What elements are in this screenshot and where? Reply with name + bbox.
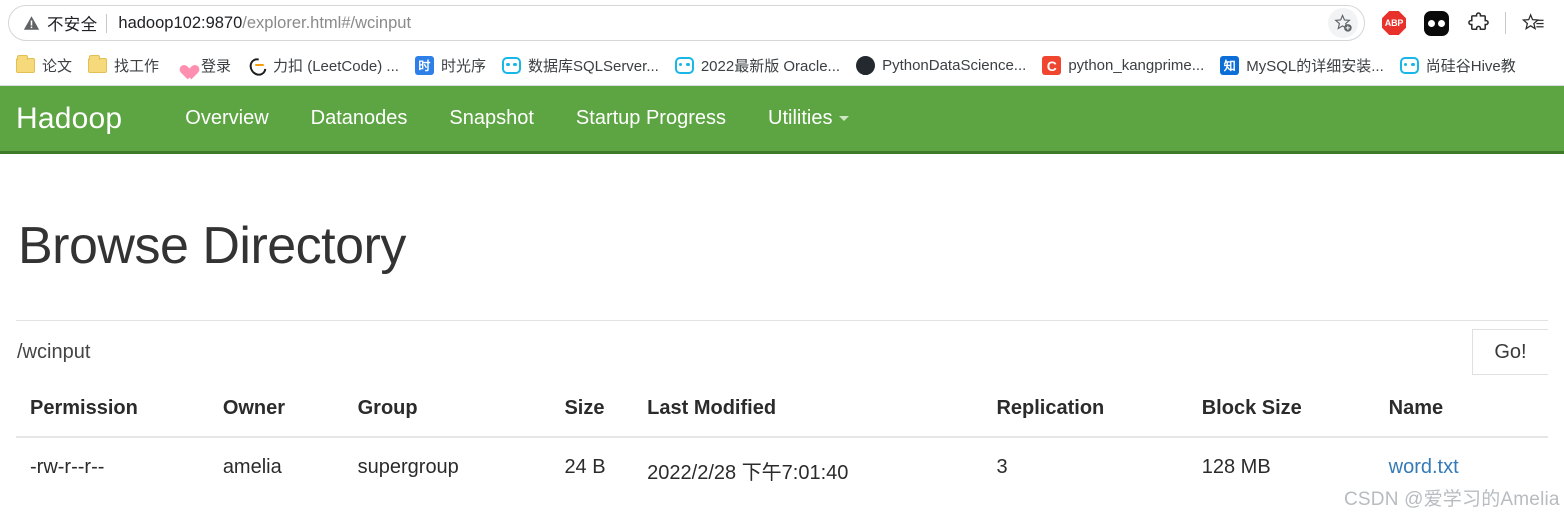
bookmark-item[interactable]: 找工作 [80, 51, 167, 80]
browser-chrome: 不安全 hadoop102:9870/explorer.html#/wcinpu… [0, 0, 1564, 86]
actions-divider [1505, 12, 1506, 34]
file-name-link[interactable]: word.txt [1389, 456, 1459, 478]
page-content: Browse Directory Go! Permission Owner Gr… [0, 216, 1564, 485]
header-owner[interactable]: Owner [222, 397, 358, 438]
abp-badge: ABP [1382, 11, 1406, 35]
bookmark-item[interactable]: PythonDataScience... [848, 52, 1034, 79]
cell-block-size: 128 MB [1201, 456, 1271, 478]
bookmark-label: 时光序 [440, 58, 486, 75]
bookmark-item[interactable]: 数据库SQLServer... [494, 51, 667, 80]
cell-last-modified: 2022/2/28 下午7:01:40 [647, 462, 849, 484]
table-body: -rw-r--r-- amelia supergroup 24 B 2022/2… [16, 437, 1548, 485]
nav-link-utilities-label: Utilities [768, 107, 833, 129]
collections-icon[interactable] [1512, 3, 1554, 43]
security-label: 不安全 [47, 16, 98, 34]
bookmark-item[interactable]: 登录 [167, 51, 239, 80]
zhihu-icon: 知 [1220, 56, 1240, 75]
bookmark-label: python_kangprime... [1068, 57, 1205, 74]
table-row[interactable]: -rw-r--r-- amelia supergroup 24 B 2022/2… [16, 437, 1548, 485]
nav-link-utilities[interactable]: Utilities [747, 107, 870, 130]
adblock-plus-icon[interactable]: ABP [1373, 3, 1415, 43]
header-replication[interactable]: Replication [996, 397, 1202, 438]
bookmark-label: 2022最新版 Oracle... [700, 58, 841, 75]
cell-owner: amelia [222, 456, 282, 478]
header-last-modified[interactable]: Last Modified [647, 397, 997, 438]
address-bar[interactable]: 不安全 hadoop102:9870/explorer.html#/wcinpu… [8, 5, 1365, 41]
bookmark-label: MySQL的详细安装... [1246, 58, 1384, 75]
nav-link-datanodes[interactable]: Datanodes [290, 107, 429, 130]
header-group[interactable]: Group [357, 397, 565, 438]
csdn-watermark: CSDN @爱学习的Amelia [1344, 489, 1560, 510]
bookmark-label: 登录 [201, 58, 232, 75]
bookmark-item[interactable]: 力扣 (LeetCode) ... [239, 51, 407, 80]
header-size[interactable]: Size [564, 397, 648, 438]
puzzle-glyph [1467, 11, 1489, 30]
file-listing-table: Permission Owner Group Size Last Modifie… [16, 397, 1548, 485]
collections-glyph [1521, 12, 1544, 30]
nav-link-snapshot[interactable]: Snapshot [428, 107, 555, 130]
cell-replication: 3 [996, 456, 1008, 478]
bilibili-icon [1399, 57, 1419, 74]
bookmark-item[interactable]: 论文 [8, 51, 80, 80]
chevron-down-icon [839, 116, 850, 122]
shiguangxu-icon: 时 [414, 56, 434, 75]
cell-size: 24 B [564, 456, 606, 478]
folder-icon [88, 55, 108, 73]
header-permission[interactable]: Permission [16, 397, 223, 438]
csdn-icon: C [1042, 56, 1062, 75]
warning-triangle-icon [23, 16, 40, 30]
bookmark-label: 力扣 (LeetCode) ... [273, 58, 399, 75]
url-path: /explorer.html#/wcinput [242, 13, 412, 32]
extension-dots-icon[interactable] [1415, 3, 1457, 43]
folder-icon [16, 55, 35, 73]
bookmark-label: 找工作 [114, 58, 160, 75]
star-plus-icon[interactable] [1328, 8, 1358, 38]
url-host: hadoop102:9870 [118, 13, 243, 32]
cell-group: supergroup [357, 456, 459, 478]
cell-name: word.txt [1389, 437, 1548, 485]
screenshot-root: 不安全 hadoop102:9870/explorer.html#/wcinpu… [0, 0, 1564, 522]
omnibox-row: 不安全 hadoop102:9870/explorer.html#/wcinpu… [0, 0, 1564, 46]
hadoop-navbar: Hadoop Overview Datanodes Snapshot Start… [0, 86, 1564, 154]
bilibili-icon [674, 57, 694, 74]
bookmark-label: 尚硅谷Hive教 [1425, 58, 1516, 75]
table-header-row: Permission Owner Group Size Last Modifie… [16, 397, 1548, 438]
bookmark-item[interactable]: 知 MySQL的详细安装... [1212, 51, 1392, 80]
path-input[interactable] [16, 329, 1472, 375]
dots-glyph [1423, 10, 1449, 36]
page-title: Browse Directory [18, 217, 406, 275]
bilibili-icon [501, 57, 521, 74]
header-block-size[interactable]: Block Size [1201, 397, 1389, 438]
path-browse-group: Go! [16, 329, 1548, 375]
bookmark-item[interactable]: 2022最新版 Oracle... [667, 51, 848, 80]
nav-link-overview[interactable]: Overview [164, 107, 289, 130]
bookmark-label: 论文 [42, 58, 73, 75]
bookmark-item[interactable]: 尚硅谷Hive教 [1392, 51, 1524, 80]
url-text[interactable]: hadoop102:9870/explorer.html#/wcinput [118, 14, 1322, 33]
browser-action-buttons: ABP [1373, 3, 1558, 43]
table-head: Permission Owner Group Size Last Modifie… [16, 397, 1548, 438]
hadoop-brand[interactable]: Hadoop [16, 102, 122, 136]
go-button[interactable]: Go! [1472, 329, 1548, 375]
heart-icon [175, 56, 194, 75]
cell-permission: -rw-r--r-- [30, 456, 105, 478]
bookmark-label: PythonDataScience... [882, 57, 1027, 74]
title-divider [16, 320, 1548, 321]
nav-links: Overview Datanodes Snapshot Startup Prog… [164, 107, 870, 130]
leetcode-icon [247, 56, 266, 75]
bookmark-item[interactable]: C python_kangprime... [1034, 52, 1212, 79]
header-name[interactable]: Name [1388, 397, 1548, 438]
extensions-puzzle-icon[interactable] [1457, 3, 1499, 43]
nav-link-startup-progress[interactable]: Startup Progress [555, 107, 747, 130]
star-plus-glyph [1333, 13, 1352, 32]
github-icon [856, 56, 876, 75]
bookmark-label: 数据库SQLServer... [527, 58, 659, 75]
site-security-chip[interactable]: 不安全 [23, 11, 97, 35]
omnibox-divider [106, 13, 108, 33]
bookmarks-bar: 论文 找工作 登录 力扣 (LeetCode) ... 时 时光序 数据库SQL… [0, 46, 1564, 86]
bookmark-item[interactable]: 时 时光序 [407, 51, 494, 80]
